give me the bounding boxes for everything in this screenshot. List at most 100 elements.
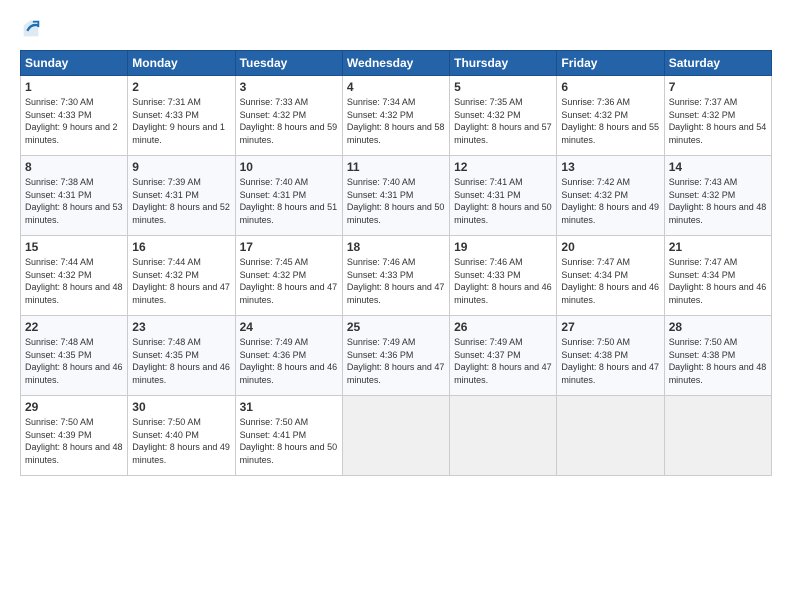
day-number: 20 [561, 240, 659, 254]
table-row: 2 Sunrise: 7:31 AMSunset: 4:33 PMDayligh… [128, 76, 235, 156]
table-row: 4 Sunrise: 7:34 AMSunset: 4:32 PMDayligh… [342, 76, 449, 156]
calendar-week-row: 8 Sunrise: 7:38 AMSunset: 4:31 PMDayligh… [21, 156, 772, 236]
table-row: 12 Sunrise: 7:41 AMSunset: 4:31 PMDaylig… [450, 156, 557, 236]
day-number: 25 [347, 320, 445, 334]
table-row: 13 Sunrise: 7:42 AMSunset: 4:32 PMDaylig… [557, 156, 664, 236]
table-row: 15 Sunrise: 7:44 AMSunset: 4:32 PMDaylig… [21, 236, 128, 316]
day-number: 13 [561, 160, 659, 174]
day-number: 7 [669, 80, 767, 94]
page-header [20, 18, 772, 40]
day-info: Sunrise: 7:34 AMSunset: 4:32 PMDaylight:… [347, 97, 445, 145]
day-number: 26 [454, 320, 552, 334]
day-info: Sunrise: 7:38 AMSunset: 4:31 PMDaylight:… [25, 177, 123, 225]
day-number: 16 [132, 240, 230, 254]
day-info: Sunrise: 7:33 AMSunset: 4:32 PMDaylight:… [240, 97, 338, 145]
col-thursday: Thursday [450, 51, 557, 76]
table-row: 16 Sunrise: 7:44 AMSunset: 4:32 PMDaylig… [128, 236, 235, 316]
day-number: 10 [240, 160, 338, 174]
day-number: 22 [25, 320, 123, 334]
day-info: Sunrise: 7:46 AMSunset: 4:33 PMDaylight:… [347, 257, 445, 305]
table-row: 26 Sunrise: 7:49 AMSunset: 4:37 PMDaylig… [450, 316, 557, 396]
day-number: 3 [240, 80, 338, 94]
day-number: 18 [347, 240, 445, 254]
day-info: Sunrise: 7:30 AMSunset: 4:33 PMDaylight:… [25, 97, 118, 145]
day-info: Sunrise: 7:50 AMSunset: 4:38 PMDaylight:… [669, 337, 767, 385]
day-info: Sunrise: 7:40 AMSunset: 4:31 PMDaylight:… [347, 177, 445, 225]
table-row: 7 Sunrise: 7:37 AMSunset: 4:32 PMDayligh… [664, 76, 771, 156]
calendar-table: Sunday Monday Tuesday Wednesday Thursday… [20, 50, 772, 476]
day-info: Sunrise: 7:41 AMSunset: 4:31 PMDaylight:… [454, 177, 552, 225]
table-row [342, 396, 449, 476]
table-row: 22 Sunrise: 7:48 AMSunset: 4:35 PMDaylig… [21, 316, 128, 396]
table-row: 11 Sunrise: 7:40 AMSunset: 4:31 PMDaylig… [342, 156, 449, 236]
col-monday: Monday [128, 51, 235, 76]
table-row: 5 Sunrise: 7:35 AMSunset: 4:32 PMDayligh… [450, 76, 557, 156]
day-number: 12 [454, 160, 552, 174]
col-sunday: Sunday [21, 51, 128, 76]
table-row: 31 Sunrise: 7:50 AMSunset: 4:41 PMDaylig… [235, 396, 342, 476]
day-info: Sunrise: 7:37 AMSunset: 4:32 PMDaylight:… [669, 97, 767, 145]
day-info: Sunrise: 7:42 AMSunset: 4:32 PMDaylight:… [561, 177, 659, 225]
day-number: 24 [240, 320, 338, 334]
day-info: Sunrise: 7:36 AMSunset: 4:32 PMDaylight:… [561, 97, 659, 145]
day-info: Sunrise: 7:50 AMSunset: 4:41 PMDaylight:… [240, 417, 338, 465]
table-row: 3 Sunrise: 7:33 AMSunset: 4:32 PMDayligh… [235, 76, 342, 156]
day-number: 5 [454, 80, 552, 94]
day-info: Sunrise: 7:45 AMSunset: 4:32 PMDaylight:… [240, 257, 338, 305]
day-info: Sunrise: 7:39 AMSunset: 4:31 PMDaylight:… [132, 177, 230, 225]
table-row: 8 Sunrise: 7:38 AMSunset: 4:31 PMDayligh… [21, 156, 128, 236]
col-friday: Friday [557, 51, 664, 76]
day-info: Sunrise: 7:46 AMSunset: 4:33 PMDaylight:… [454, 257, 552, 305]
page-container: Sunday Monday Tuesday Wednesday Thursday… [0, 0, 792, 486]
table-row: 21 Sunrise: 7:47 AMSunset: 4:34 PMDaylig… [664, 236, 771, 316]
table-row: 29 Sunrise: 7:50 AMSunset: 4:39 PMDaylig… [21, 396, 128, 476]
day-info: Sunrise: 7:49 AMSunset: 4:37 PMDaylight:… [454, 337, 552, 385]
table-row [557, 396, 664, 476]
table-row: 27 Sunrise: 7:50 AMSunset: 4:38 PMDaylig… [557, 316, 664, 396]
table-row: 28 Sunrise: 7:50 AMSunset: 4:38 PMDaylig… [664, 316, 771, 396]
day-number: 2 [132, 80, 230, 94]
day-info: Sunrise: 7:47 AMSunset: 4:34 PMDaylight:… [669, 257, 767, 305]
day-info: Sunrise: 7:44 AMSunset: 4:32 PMDaylight:… [25, 257, 123, 305]
day-number: 29 [25, 400, 123, 414]
table-row: 6 Sunrise: 7:36 AMSunset: 4:32 PMDayligh… [557, 76, 664, 156]
table-row: 23 Sunrise: 7:48 AMSunset: 4:35 PMDaylig… [128, 316, 235, 396]
day-info: Sunrise: 7:44 AMSunset: 4:32 PMDaylight:… [132, 257, 230, 305]
table-row: 14 Sunrise: 7:43 AMSunset: 4:32 PMDaylig… [664, 156, 771, 236]
day-number: 28 [669, 320, 767, 334]
calendar-week-row: 1 Sunrise: 7:30 AMSunset: 4:33 PMDayligh… [21, 76, 772, 156]
logo-icon [20, 18, 42, 40]
day-number: 27 [561, 320, 659, 334]
day-number: 21 [669, 240, 767, 254]
col-tuesday: Tuesday [235, 51, 342, 76]
day-info: Sunrise: 7:50 AMSunset: 4:39 PMDaylight:… [25, 417, 123, 465]
day-number: 1 [25, 80, 123, 94]
day-number: 9 [132, 160, 230, 174]
calendar-week-row: 22 Sunrise: 7:48 AMSunset: 4:35 PMDaylig… [21, 316, 772, 396]
day-number: 11 [347, 160, 445, 174]
day-info: Sunrise: 7:43 AMSunset: 4:32 PMDaylight:… [669, 177, 767, 225]
calendar-week-row: 15 Sunrise: 7:44 AMSunset: 4:32 PMDaylig… [21, 236, 772, 316]
day-number: 15 [25, 240, 123, 254]
day-number: 30 [132, 400, 230, 414]
day-info: Sunrise: 7:50 AMSunset: 4:40 PMDaylight:… [132, 417, 230, 465]
table-row: 25 Sunrise: 7:49 AMSunset: 4:36 PMDaylig… [342, 316, 449, 396]
table-row: 9 Sunrise: 7:39 AMSunset: 4:31 PMDayligh… [128, 156, 235, 236]
table-row [664, 396, 771, 476]
col-wednesday: Wednesday [342, 51, 449, 76]
table-row: 24 Sunrise: 7:49 AMSunset: 4:36 PMDaylig… [235, 316, 342, 396]
day-info: Sunrise: 7:48 AMSunset: 4:35 PMDaylight:… [132, 337, 230, 385]
table-row: 30 Sunrise: 7:50 AMSunset: 4:40 PMDaylig… [128, 396, 235, 476]
day-number: 31 [240, 400, 338, 414]
table-row: 18 Sunrise: 7:46 AMSunset: 4:33 PMDaylig… [342, 236, 449, 316]
table-row: 19 Sunrise: 7:46 AMSunset: 4:33 PMDaylig… [450, 236, 557, 316]
day-info: Sunrise: 7:31 AMSunset: 4:33 PMDaylight:… [132, 97, 225, 145]
day-number: 14 [669, 160, 767, 174]
logo [20, 18, 44, 40]
day-number: 17 [240, 240, 338, 254]
day-info: Sunrise: 7:40 AMSunset: 4:31 PMDaylight:… [240, 177, 338, 225]
table-row: 10 Sunrise: 7:40 AMSunset: 4:31 PMDaylig… [235, 156, 342, 236]
table-row: 1 Sunrise: 7:30 AMSunset: 4:33 PMDayligh… [21, 76, 128, 156]
day-number: 8 [25, 160, 123, 174]
day-info: Sunrise: 7:49 AMSunset: 4:36 PMDaylight:… [347, 337, 445, 385]
